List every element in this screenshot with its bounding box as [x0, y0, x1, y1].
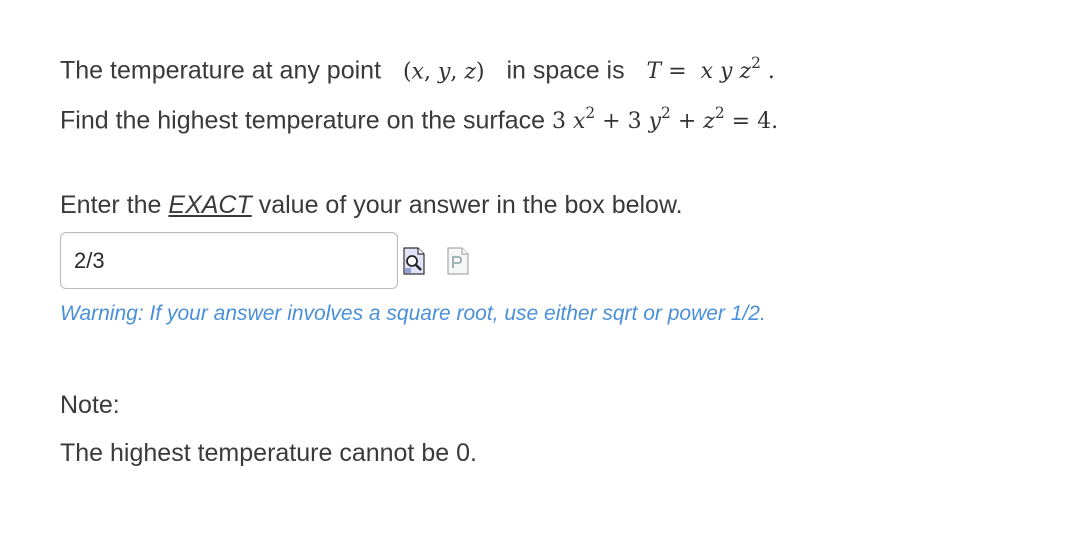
instruction-exact: EXACT	[168, 191, 252, 219]
warning-message: Warning: If your answer involves a squar…	[60, 302, 766, 325]
temperature-sentence-start: The temperature at any point	[60, 56, 382, 85]
problem-line-2: Find the highest temperature on the surf…	[60, 100, 778, 137]
answer-input[interactable]	[60, 232, 398, 289]
surface-equation: 3 x2 + 3 y2 + z2 = 4.	[551, 104, 779, 135]
note-text: The highest temperature cannot be 0.	[60, 439, 477, 467]
temperature-formula: T = x y z2 .	[646, 54, 775, 85]
preview-answer-icon[interactable]	[402, 247, 426, 275]
surface-sentence: Find the highest temperature on the surf…	[60, 106, 546, 135]
instruction-before: Enter the	[60, 191, 162, 219]
note-label: Note:	[60, 391, 120, 419]
format-help-icon[interactable]	[446, 247, 470, 275]
point-math: (x, y, z)	[402, 59, 485, 85]
temperature-sentence-mid: in space is	[506, 56, 625, 85]
instruction-after: value of your answer in the box below.	[258, 191, 683, 219]
problem-line-1: The temperature at any point (x, y, z) i…	[60, 50, 775, 87]
instruction-line: Enter the EXACT value of your answer in …	[60, 190, 683, 220]
